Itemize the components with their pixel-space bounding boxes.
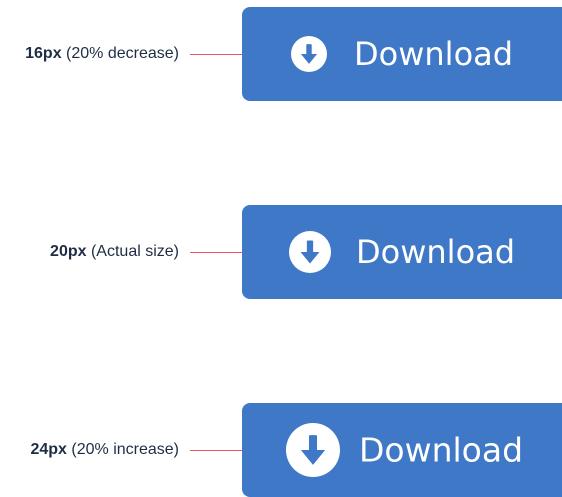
download-button-label: Download — [356, 233, 516, 271]
download-circle-icon — [286, 423, 340, 477]
download-button-label: Download — [359, 430, 524, 470]
download-button-label: Download — [354, 35, 514, 73]
size-example-24px: 24px (20% increase) Download — [0, 403, 562, 497]
size-value: 24px — [30, 441, 67, 458]
download-button[interactable]: Download — [242, 7, 562, 101]
size-label: 20px (Actual size) — [50, 243, 179, 261]
size-label: 16px (20% decrease) — [25, 45, 179, 63]
download-circle-icon — [289, 231, 331, 273]
download-button[interactable]: Download — [242, 205, 562, 299]
download-circle-icon — [291, 36, 327, 72]
size-example-16px: 16px (20% decrease) Download — [0, 7, 562, 101]
size-value: 16px — [25, 45, 62, 62]
download-button[interactable]: Download — [242, 403, 562, 497]
size-example-20px: 20px (Actual size) Download — [0, 205, 562, 299]
size-value: 20px — [50, 243, 87, 260]
size-note: (20% increase) — [71, 441, 179, 458]
size-label: 24px (20% increase) — [30, 441, 179, 459]
size-note: (Actual size) — [90, 243, 179, 260]
size-note: (20% decrease) — [66, 45, 179, 62]
